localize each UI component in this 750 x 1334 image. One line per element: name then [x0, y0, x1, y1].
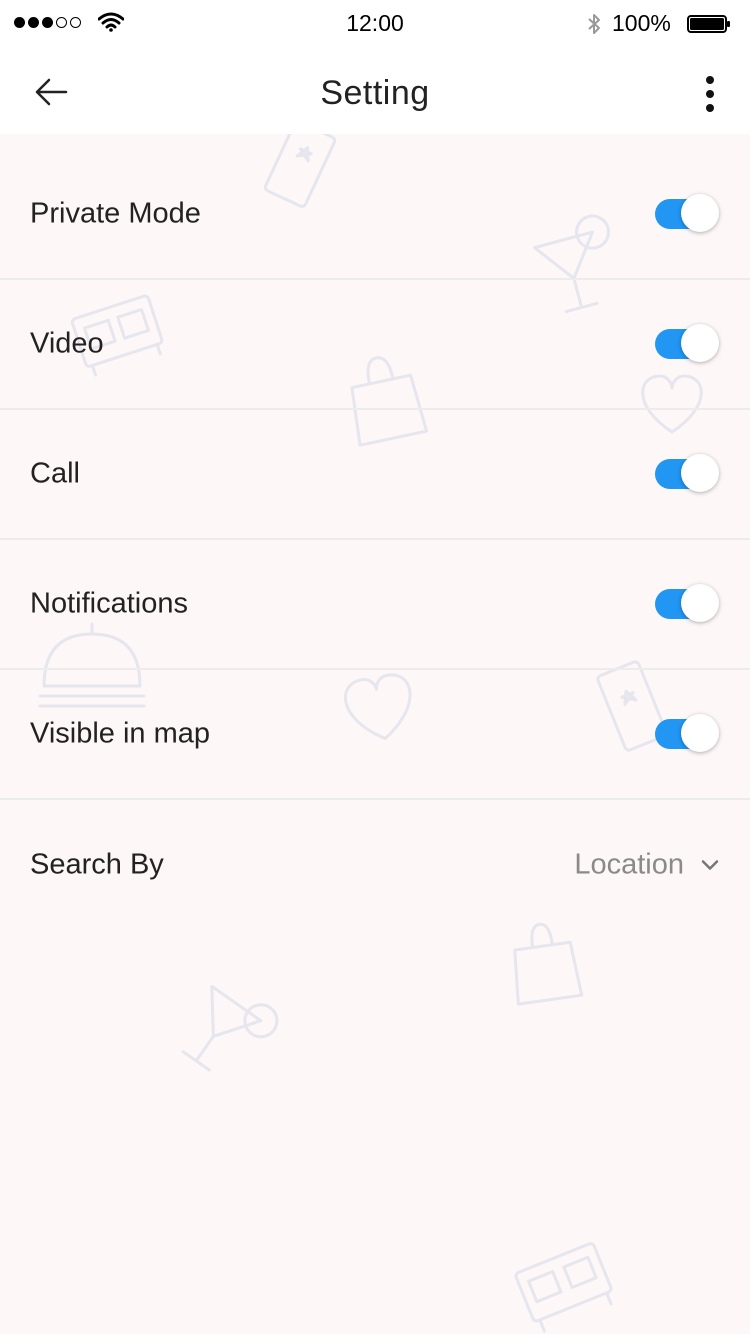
- setting-row-notifications: Notifications: [0, 540, 750, 670]
- visible-in-map-toggle[interactable]: [655, 714, 719, 752]
- search-by-value: Location: [574, 848, 684, 881]
- notifications-toggle[interactable]: [655, 584, 719, 622]
- private-mode-toggle[interactable]: [655, 194, 719, 232]
- app-header: Setting: [0, 48, 750, 134]
- setting-row-video: Video: [0, 280, 750, 410]
- battery-percentage: 100%: [612, 10, 671, 36]
- setting-label: Private Mode: [30, 197, 201, 230]
- status-bar: 12:00 100%: [0, 0, 750, 48]
- settings-screen: 12:00 100% Setting Private Mode Video Ca…: [0, 0, 750, 1334]
- setting-label: Video: [30, 327, 104, 360]
- more-options-button[interactable]: [692, 74, 728, 114]
- setting-row-call: Call: [0, 410, 750, 540]
- setting-label: Call: [30, 457, 80, 490]
- battery-icon: [687, 15, 730, 33]
- call-toggle[interactable]: [655, 454, 719, 492]
- shopping-bag-doodle-icon: [513, 922, 584, 1006]
- settings-list: Private Mode Video Call Notifications Vi…: [0, 134, 750, 930]
- setting-row-visible-in-map: Visible in map: [0, 670, 750, 800]
- more-vertical-icon: [706, 76, 714, 84]
- page-title: Setting: [320, 74, 430, 112]
- setting-row-private-mode: Private Mode: [0, 134, 750, 280]
- search-by-dropdown[interactable]: Location: [574, 849, 720, 882]
- setting-label: Search By: [30, 848, 164, 881]
- video-toggle[interactable]: [655, 324, 719, 362]
- bluetooth-icon: [588, 14, 600, 34]
- setting-label: Visible in map: [30, 717, 211, 750]
- setting-label: Notifications: [30, 587, 188, 620]
- sofa-doodle-icon: [514, 1242, 613, 1333]
- setting-row-search-by: Search By Location: [0, 800, 750, 930]
- cocktail-doodle-icon: [181, 984, 279, 1072]
- chevron-down-icon: [701, 859, 719, 870]
